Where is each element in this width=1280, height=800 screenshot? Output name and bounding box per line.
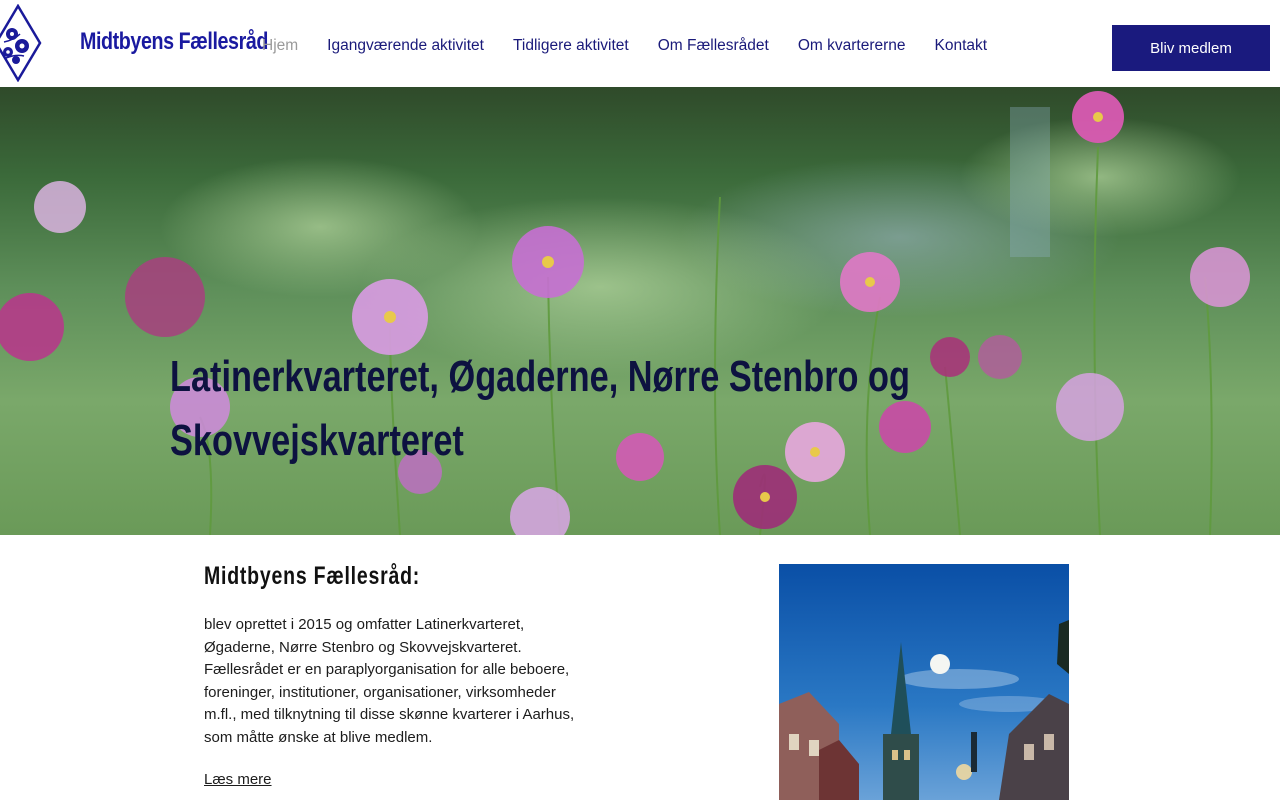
hero-title-line1: Latinerkvarteret, Øgaderne, Nørre Stenbr… — [170, 352, 910, 401]
site-title[interactable]: Midtbyens Fællesråd — [80, 28, 268, 56]
nav-item-igangvaerende-aktivitet[interactable]: Igangværende aktivitet — [327, 36, 484, 56]
nav-item-kontakt[interactable]: Kontakt — [935, 36, 988, 56]
read-more-link[interactable]: Læs mere — [204, 771, 272, 788]
main-nav: Hjem Igangværende aktivitet Tidligere ak… — [262, 36, 1016, 56]
section-heading: Midtbyens Fællesråd: — [204, 562, 421, 590]
hero-title-line2: Skovvejskvarteret — [170, 416, 464, 465]
nav-item-om-kvartererne[interactable]: Om kvartererne — [798, 36, 906, 56]
flower-emblem-icon[interactable] — [0, 3, 42, 83]
site-header: Midtbyens Fællesråd Hjem Igangværende ak… — [0, 0, 1280, 87]
hero-banner: Latinerkvarteret, Øgaderne, Nørre Stenbr… — [0, 87, 1280, 535]
nav-item-hjem[interactable]: Hjem — [262, 36, 298, 56]
bliv-medlem-button[interactable]: Bliv medlem — [1112, 25, 1270, 71]
nav-item-om-faellesraadet[interactable]: Om Fællesrådet — [658, 36, 769, 56]
church-spire-moon-photo — [779, 564, 1069, 800]
nav-item-tidligere-aktivitet[interactable]: Tidligere aktivitet — [513, 36, 629, 56]
intro-paragraph: blev oprettet i 2015 og omfatter Latiner… — [204, 616, 575, 746]
hero-title: Latinerkvarteret, Øgaderne, Nørre Stenbr… — [170, 345, 911, 473]
